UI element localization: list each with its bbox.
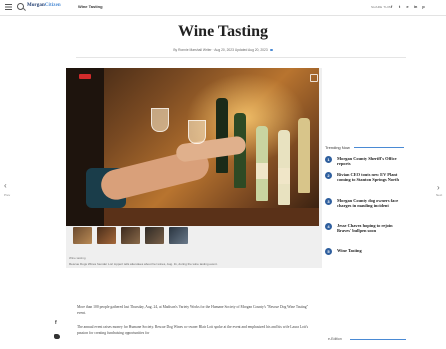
byline-text: By Ronnie Marshall Writer · Aug 20, 2023… <box>173 48 268 52</box>
article-paragraph: More than 100 people gathered last Thurs… <box>77 305 309 315</box>
trending-link[interactable]: Morgan County dog owners face charges in… <box>337 198 407 209</box>
site-logo[interactable]: MorganCitizen <box>27 3 61 8</box>
trending-number: 4 <box>325 223 332 230</box>
article-title: Wine Tasting <box>178 23 268 40</box>
facebook-share-icon[interactable]: f <box>55 320 57 326</box>
share-icons: f t e in p <box>389 4 426 9</box>
next-label[interactable]: Next <box>436 193 442 197</box>
share-label: SHARE THIS <box>371 5 391 9</box>
pinterest-icon[interactable]: p <box>421 4 426 9</box>
eedition-rule <box>350 339 406 340</box>
article-byline: By Ronnie Marshall Writer · Aug 20, 2023… <box>0 48 446 52</box>
photo-bottle-label <box>256 163 268 179</box>
trending-link[interactable]: Wine Tasting <box>337 248 407 253</box>
gallery-thumbnail[interactable] <box>121 227 140 244</box>
trending-number: 3 <box>325 198 332 205</box>
gallery-main-photo[interactable] <box>66 68 319 226</box>
next-arrow-icon[interactable]: › <box>437 183 440 192</box>
gallery-caption: Rescue Dogs Wines founder Lori Lippert t… <box>69 262 218 266</box>
photo-bottle-label <box>278 168 290 184</box>
divider <box>76 57 406 58</box>
article-paragraph: The annual event raises money for Humane… <box>77 325 309 335</box>
trending-rule <box>354 147 404 148</box>
gallery-thumbnail[interactable] <box>169 227 188 244</box>
gallery-badge <box>79 74 91 79</box>
trending-link[interactable]: Rivian CEO touts new EV Plant coming to … <box>337 172 407 183</box>
gallery-thumbnail[interactable] <box>145 227 164 244</box>
email-icon[interactable]: e <box>405 4 410 9</box>
twitter-icon[interactable]: t <box>397 4 402 9</box>
photo-bottle <box>298 118 310 193</box>
trending-heading: Trending Now <box>325 145 350 150</box>
section-label: Wine Tasting <box>78 4 103 9</box>
gallery-caption-title: Wine tasting <box>69 256 86 260</box>
gallery-thumbnail[interactable] <box>73 227 92 244</box>
prev-label[interactable]: Prev <box>4 193 10 197</box>
comment-icon[interactable] <box>269 48 273 52</box>
fullscreen-icon[interactable] <box>310 74 318 82</box>
search-icon[interactable] <box>17 3 24 10</box>
trending-link[interactable]: Morgan County Sheriff's Office reports <box>337 156 407 167</box>
eedition-heading: e-Edition <box>328 337 342 341</box>
top-bar: MorganCitizen Wine Tasting SHARE THIS f … <box>0 0 446 16</box>
prev-arrow-icon[interactable]: ‹ <box>4 181 7 190</box>
gallery-thumbnails <box>73 227 188 244</box>
trending-number: 1 <box>325 156 332 163</box>
trending-number: 2 <box>325 172 332 179</box>
logo-accent: Citizen <box>44 3 61 8</box>
photo-glass <box>151 108 169 132</box>
facebook-icon[interactable]: f <box>389 4 394 9</box>
linkedin-icon[interactable]: in <box>413 4 418 9</box>
hamburger-menu-icon[interactable] <box>5 4 12 10</box>
photo-glass <box>188 120 206 144</box>
logo-main: Morgan <box>27 3 45 8</box>
trending-number: 5 <box>325 248 332 255</box>
trending-link[interactable]: Jesse Chavez hoping to rejoin Braves' bu… <box>337 223 407 234</box>
gallery-thumbnail[interactable] <box>97 227 116 244</box>
twitter-share-icon[interactable] <box>54 334 60 339</box>
photo-bottle <box>216 98 228 173</box>
